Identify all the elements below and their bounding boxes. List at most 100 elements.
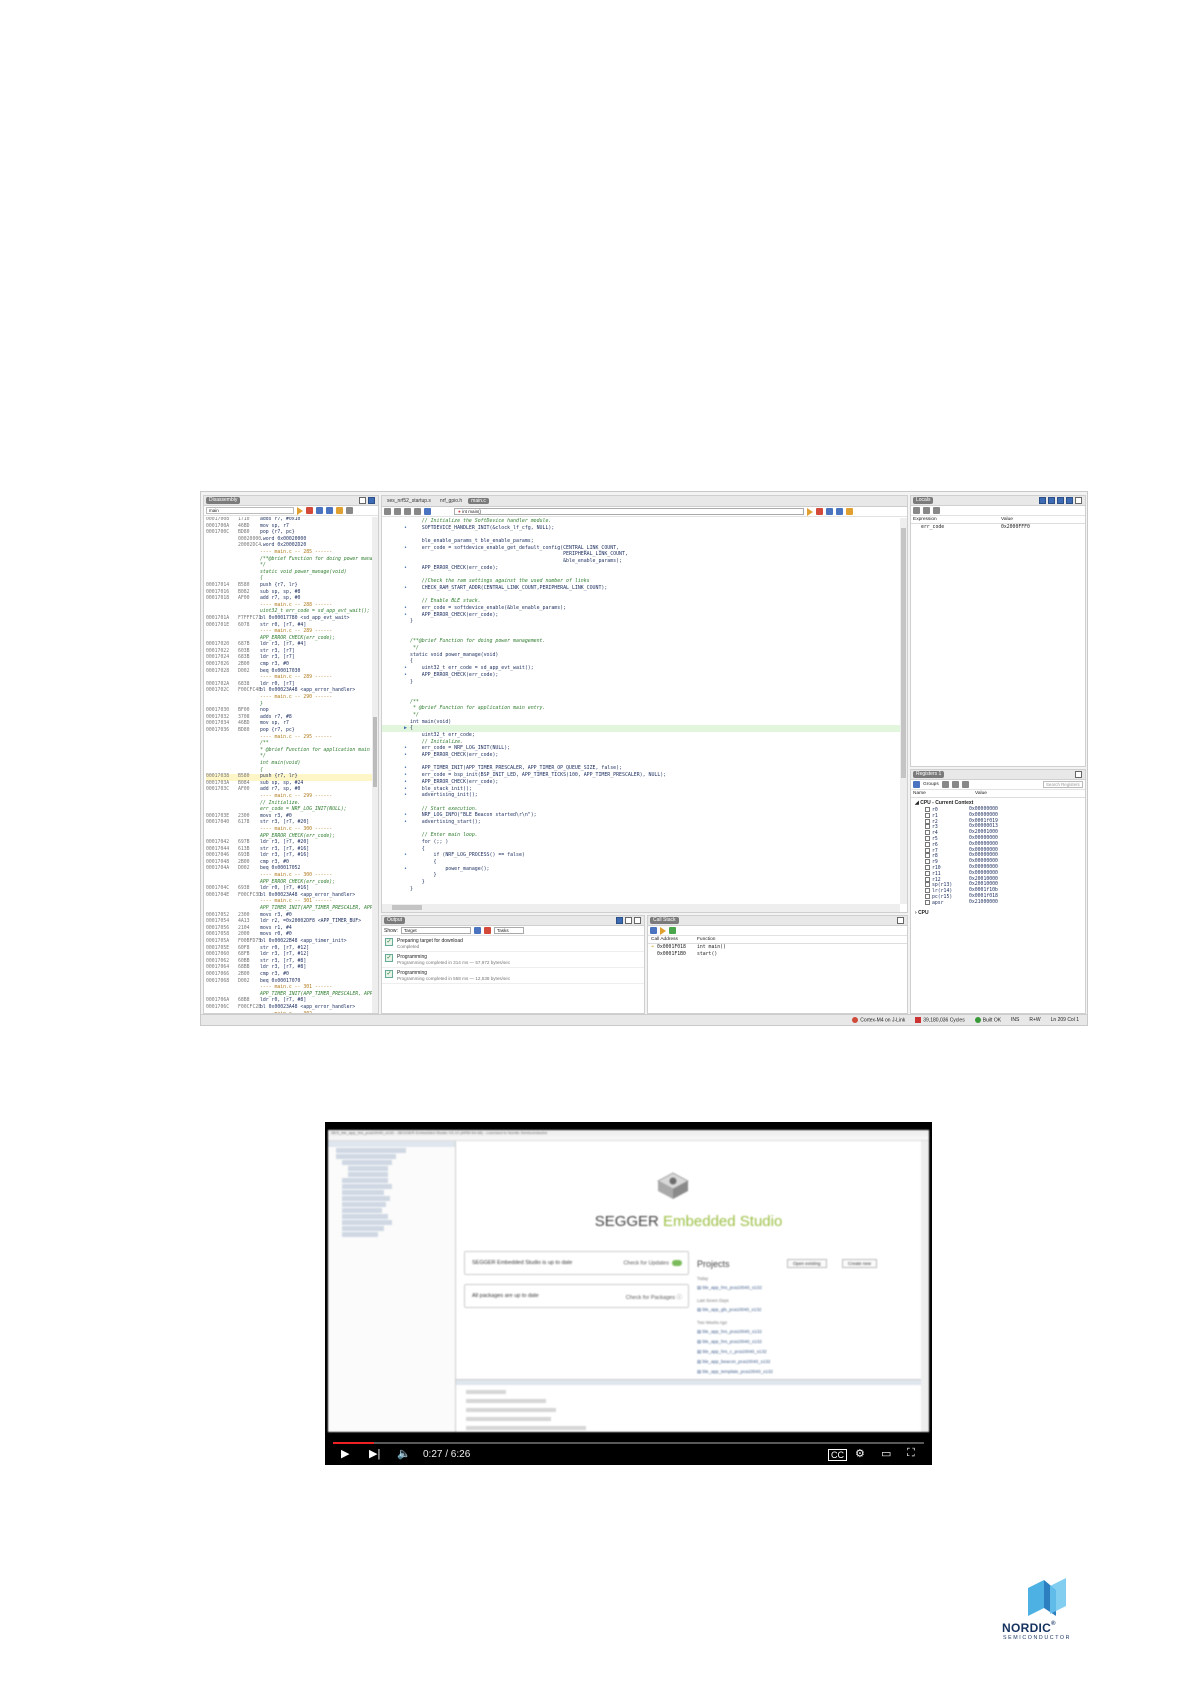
code-line[interactable] bbox=[382, 685, 900, 692]
code-line[interactable]: • advertising_start(); bbox=[382, 819, 900, 826]
disassembly-line[interactable]: 00017038 B580 push {r7, lr} bbox=[206, 774, 372, 781]
register-checkbox[interactable] bbox=[925, 888, 930, 894]
output-item[interactable]: ✓ Programming Programming completed in 558… bbox=[382, 968, 644, 984]
disassembly-line[interactable]: 0001701A F7FFFC71bl 0x00017780 <sd_app_ev… bbox=[206, 616, 372, 623]
editor-tab[interactable]: nrf_gpio.h bbox=[437, 498, 465, 504]
format-icon[interactable] bbox=[933, 507, 940, 514]
code-line[interactable]: • power_manage(); bbox=[382, 866, 900, 873]
options-icon[interactable] bbox=[346, 507, 353, 514]
code-line[interactable]: */ bbox=[382, 645, 900, 652]
code-line[interactable]: /** bbox=[382, 699, 900, 706]
step-over-icon[interactable] bbox=[326, 507, 333, 514]
code-line[interactable] bbox=[382, 893, 900, 900]
disassembly-line[interactable]: 00017024 683B ldr r3, [r7] bbox=[206, 655, 372, 662]
disassembly-line[interactable]: */ bbox=[206, 754, 372, 761]
disassembly-line[interactable]: static void power_manage(void) bbox=[206, 570, 372, 577]
cpu-context-group[interactable]: CPU - Current Context bbox=[920, 800, 973, 806]
check-for-packages-button[interactable]: Check for Packages ⓘ bbox=[626, 1293, 682, 1301]
code-line[interactable]: • APP_ERROR_CHECK(err_code); bbox=[382, 565, 900, 572]
disassembly-line[interactable]: ---- main.c -- 299 ------ bbox=[206, 794, 372, 801]
disassembly-line[interactable]: 00017008 1710 adds r7, #0x10 bbox=[206, 517, 372, 524]
code-line[interactable]: } bbox=[382, 879, 900, 886]
register-checkbox[interactable] bbox=[925, 824, 930, 830]
cpu-group[interactable]: CPU bbox=[918, 910, 929, 916]
register-tool-icon[interactable] bbox=[961, 781, 969, 788]
call-stack-row[interactable]: 0x0001F1B0 start() bbox=[648, 951, 907, 958]
editor-tab[interactable]: main.c bbox=[468, 498, 489, 504]
groups-icon[interactable] bbox=[913, 781, 920, 788]
code-line[interactable]: // Initialize the SoftDevice handler mod… bbox=[382, 518, 900, 525]
captions-icon[interactable]: CC bbox=[828, 1449, 847, 1461]
code-line[interactable]: • APP_ERROR_CHECK(err_code); bbox=[382, 612, 900, 619]
disassembly-line[interactable]: 00017014 B580 push {r7, lr} bbox=[206, 583, 372, 590]
recent-project-link[interactable]: ▤ ble_app_gls_pca10040_s132 bbox=[697, 1307, 897, 1313]
code-line[interactable]: • SOFTDEVICE_HANDLER_INIT(&clock_lf_cfg,… bbox=[382, 525, 900, 532]
code-line[interactable]: { bbox=[382, 846, 900, 853]
volume-icon[interactable]: 🔈 bbox=[397, 1447, 411, 1460]
disassembly-line[interactable]: 00017060 68FB ldr r3, [r7, #12] bbox=[206, 952, 372, 959]
fullscreen-icon[interactable]: ⛶ bbox=[907, 1447, 915, 1460]
check-for-updates-button[interactable]: Check for Updates bbox=[623, 1260, 682, 1266]
disassembly-line[interactable]: 0001700C BD80 pop {r7, pc} bbox=[206, 530, 372, 537]
locals-row[interactable]: err_code 0x2000FFF0 bbox=[911, 524, 1085, 531]
target-status[interactable]: Cortex-M4 on J-Link bbox=[852, 1016, 905, 1023]
editor-tab[interactable]: ses_nrf52_startup.s bbox=[384, 498, 434, 504]
disassembly-line[interactable]: ---- main.c -- 290 ------ bbox=[206, 695, 372, 702]
register-checkbox[interactable] bbox=[925, 899, 930, 905]
register-checkbox[interactable] bbox=[925, 870, 930, 876]
code-line[interactable]: } bbox=[382, 872, 900, 879]
disassembly-line[interactable]: 0001705A F00BFD75bl 0x00022B48 <app_timer… bbox=[206, 939, 372, 946]
find-icon[interactable] bbox=[424, 508, 431, 515]
disassembly-line[interactable]: ---- main.c -- 285 ------ bbox=[206, 550, 372, 557]
call-address-column-header[interactable]: Call Address bbox=[651, 937, 697, 942]
stop-debug-icon[interactable] bbox=[816, 508, 823, 515]
recent-project-link[interactable]: ▤ ble_app_hrs_pca10040_s132 bbox=[697, 1329, 897, 1335]
filter-icon[interactable] bbox=[473, 927, 481, 934]
disassembly-line[interactable]: 00017040 6178 str r3, [r7, #20] bbox=[206, 820, 372, 827]
register-checkbox[interactable] bbox=[925, 893, 930, 899]
code-line[interactable]: { bbox=[382, 658, 900, 665]
code-line[interactable]: • advertising_init(); bbox=[382, 792, 900, 799]
code-line[interactable]: } bbox=[382, 679, 900, 686]
code-line[interactable]: static void power_manage(void) bbox=[382, 652, 900, 659]
disassembly-line[interactable]: 00017018 AF00 add r7, sp, #0 bbox=[206, 596, 372, 603]
code-line[interactable]: • APP_ERROR_CHECK(err_code); bbox=[382, 672, 900, 679]
recent-project-link[interactable]: ▤ ble_app_hrs_pca10040_s132 bbox=[697, 1339, 897, 1345]
code-line[interactable]: // Enable BLE stack. bbox=[382, 598, 900, 605]
code-line[interactable]: • err_code = softdevice_enable_get_defau… bbox=[382, 545, 900, 552]
code-line[interactable]: &ble_enable_params); bbox=[382, 558, 900, 565]
disassembly-line[interactable]: 0001704C 6938 ldr r0, [r7, #16] bbox=[206, 886, 372, 893]
code-line[interactable]: uint32_t err_code; bbox=[382, 732, 900, 739]
restore-icon[interactable] bbox=[1075, 771, 1082, 778]
disassembly-line[interactable]: ---- main.c -- 289 ------ bbox=[206, 675, 372, 682]
disassembly-line[interactable]: int main(void) bbox=[206, 761, 372, 768]
code-line[interactable] bbox=[382, 531, 900, 538]
output-tool-icon[interactable] bbox=[616, 917, 623, 924]
locals-tool-icon[interactable] bbox=[1066, 497, 1073, 504]
disassembly-line[interactable]: APP_TIMER_INIT(APP_TIMER_PRESCALER, APP_… bbox=[206, 906, 372, 913]
show-select[interactable]: Target bbox=[400, 927, 471, 934]
register-checkbox[interactable] bbox=[925, 882, 930, 888]
disassembly-scrollbar[interactable] bbox=[372, 517, 378, 1013]
callstack-tool-icon[interactable] bbox=[650, 927, 657, 934]
code-line[interactable] bbox=[382, 632, 900, 639]
value-column-header[interactable]: Value bbox=[1001, 517, 1013, 522]
close-icon[interactable] bbox=[368, 497, 375, 504]
disassembly-line[interactable]: 20002DC4.word 0x20002D20 bbox=[206, 543, 372, 550]
disassembly-line[interactable]: 0001703C AF00 add r7, sp, #0 bbox=[206, 787, 372, 794]
editor-horizontal-scrollbar[interactable] bbox=[382, 904, 900, 912]
disassembly-line[interactable]: err_code = NRF_LOG_INIT(NULL); bbox=[206, 807, 372, 814]
code-line[interactable]: • NRF_LOG_INFO("BLE Beacon started\r\n")… bbox=[382, 812, 900, 819]
register-checkbox[interactable] bbox=[925, 847, 930, 853]
code-line[interactable]: • if (NRF_LOG_PROCESS() == false) bbox=[382, 852, 900, 859]
search-registers-input[interactable]: Search Registers bbox=[1043, 781, 1083, 788]
register-checkbox[interactable] bbox=[925, 841, 930, 847]
code-line[interactable]: //Check the ram settings against the use… bbox=[382, 578, 900, 585]
close-icon[interactable] bbox=[634, 917, 641, 924]
recent-project-link[interactable]: ▤ ble_app_hrs_pca10040_s132 bbox=[697, 1285, 897, 1291]
disassembly-line[interactable]: ---- main.c -- 300 ------ bbox=[206, 827, 372, 834]
build-status[interactable]: Built OK bbox=[974, 1016, 1001, 1023]
disassembly-line[interactable]: 00017064 68BB ldr r3, [r7, #8] bbox=[206, 965, 372, 972]
disassembly-line[interactable]: * @brief Function for application main e… bbox=[206, 748, 372, 755]
value-column-header[interactable]: Value bbox=[975, 791, 987, 796]
